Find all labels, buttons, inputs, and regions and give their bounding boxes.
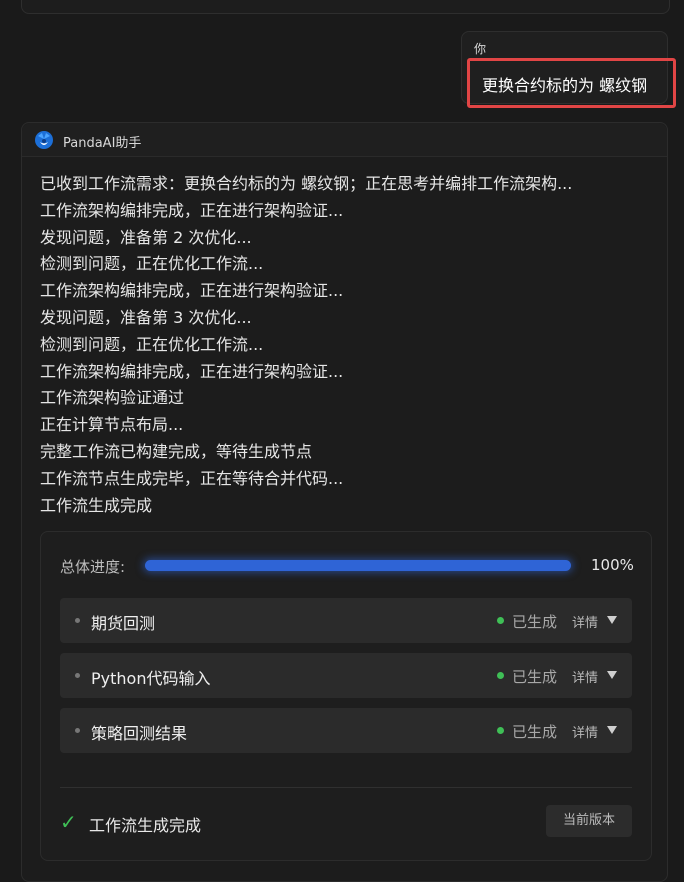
log-line: 已收到工作流需求：更换合约标的为 螺纹钢；正在思考并编排工作流架构... [40,174,573,193]
progress-percent: 100% [591,556,634,574]
log-line: 工作流架构验证通过 [40,388,185,408]
log-line: 工作流架构编排完成，正在进行架构验证... [40,200,344,220]
assistant-message-card: PandaAI助手 已收到工作流需求：更换合约标的为 螺纹钢；正在思考并编排工作… [21,122,668,882]
user-author-label: 你 [474,42,487,56]
final-status-text: 工作流生成完成 [89,816,202,835]
details-toggle[interactable]: 详情 [572,612,598,631]
bullet-icon [75,618,80,623]
log-line: 正在计算节点布局... [40,415,184,435]
user-message-bubble: 你 更换合约标的为 螺纹钢 [461,31,676,108]
log-line: 工作流架构编排完成，正在进行架构验证... [40,361,344,381]
bullet-icon [75,728,80,733]
assistant-name: PandaAI助手 [63,136,142,151]
step-name: 策略回测结果 [91,724,188,743]
step-row-futures-backtest[interactable]: 期货回测 已生成 详情 [60,598,632,643]
assistant-header: PandaAI助手 [22,123,667,157]
log-line: 检测到问题，正在优化工作流... [40,254,264,274]
log-line: 检测到问题，正在优化工作流... [40,334,264,354]
step-status: 已生成 [512,613,558,631]
log-line: 工作流节点生成完毕，正在等待合并代码... [40,468,344,488]
details-toggle[interactable]: 详情 [572,722,598,741]
log-line: 发现问题，准备第 2 次优化... [40,227,252,247]
status-dot-icon [497,672,504,679]
log-line: 发现问题，准备第 3 次优化... [40,307,252,327]
log-line: 完整工作流已构建完成，等待生成节点 [40,441,313,461]
progress-label: 总体进度: [60,558,126,576]
status-dot-icon [497,617,504,624]
divider [60,787,632,788]
bullet-icon [75,673,80,678]
log-line: 工作流生成完成 [40,495,153,515]
step-status: 已生成 [512,723,558,741]
checkmark-icon: ✓ [60,810,77,834]
current-version-button[interactable]: 当前版本 [546,805,632,837]
step-row-strategy-backtest-result[interactable]: 策略回测结果 已生成 详情 [60,708,632,753]
step-status: 已生成 [512,668,558,686]
caret-down-icon[interactable] [607,726,617,734]
caret-down-icon[interactable] [607,616,617,624]
workflow-progress-panel: 总体进度: 100% 期货回测 已生成 详情 Python代码输入 已生成 详情… [40,531,652,861]
previous-message-card [21,0,670,14]
caret-down-icon[interactable] [607,671,617,679]
user-message-highlight: 更换合约标的为 螺纹钢 [467,58,676,108]
panda-logo-icon [35,131,53,149]
log-line: 工作流架构编排完成，正在进行架构验证... [40,281,344,301]
details-toggle[interactable]: 详情 [572,667,598,686]
progress-bar [145,560,571,571]
step-name: 期货回测 [91,614,156,633]
step-row-python-code-input[interactable]: Python代码输入 已生成 详情 [60,653,632,698]
progress-bar-fill [145,560,571,571]
status-dot-icon [497,727,504,734]
workflow-log: 已收到工作流需求：更换合约标的为 螺纹钢；正在思考并编排工作流架构... 工作流… [40,171,572,519]
user-message-text: 更换合约标的为 螺纹钢 [482,76,648,95]
step-name: Python代码输入 [91,669,211,688]
